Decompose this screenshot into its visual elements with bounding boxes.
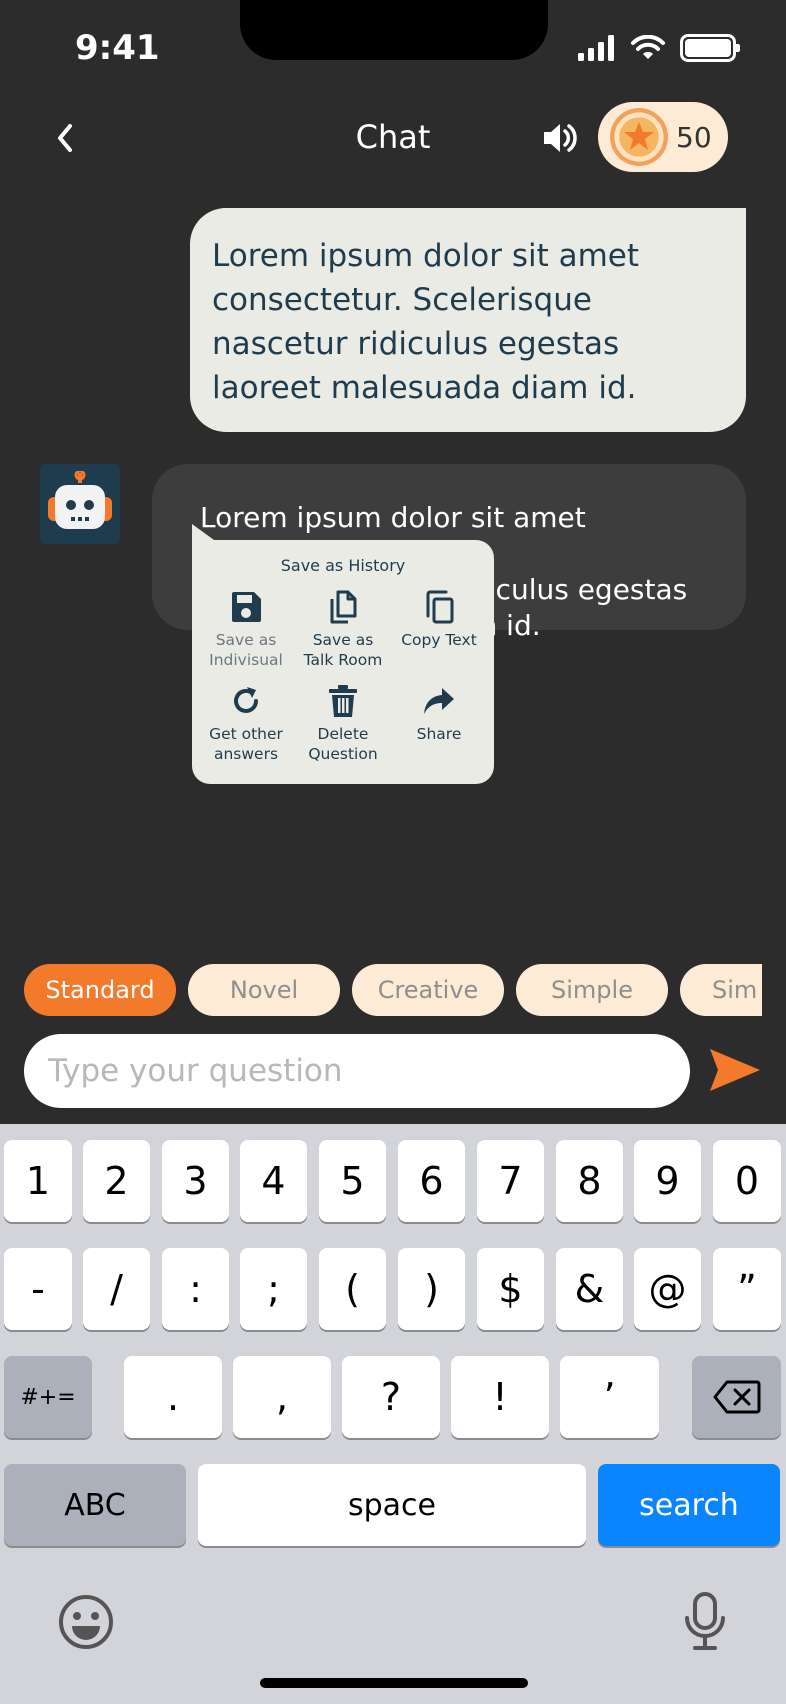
send-button[interactable] bbox=[708, 1046, 762, 1094]
speaker-icon bbox=[544, 124, 577, 152]
key-open-paren[interactable]: ( bbox=[319, 1248, 386, 1330]
key-hyphen[interactable]: - bbox=[4, 1248, 72, 1330]
key-at[interactable]: @ bbox=[634, 1248, 701, 1330]
key-close-paren[interactable]: ) bbox=[398, 1248, 465, 1330]
battery-icon bbox=[680, 34, 740, 62]
microphone-icon bbox=[685, 1592, 725, 1650]
coin-count: 50 bbox=[676, 120, 712, 154]
key-more-symbols[interactable]: #+= bbox=[4, 1356, 92, 1438]
coin-balance-badge[interactable]: 50 bbox=[598, 102, 728, 172]
keyboard: 1 2 3 4 5 6 7 8 9 0 - / : ; ( ) $ & @ ” … bbox=[0, 1124, 786, 1704]
key-7[interactable]: 7 bbox=[477, 1140, 544, 1222]
emoji-button[interactable] bbox=[58, 1594, 114, 1654]
user-message-bubble[interactable]: Lorem ipsum dolor sit amet consectetur. … bbox=[190, 208, 746, 432]
delete-question-button[interactable]: Delete Question bbox=[295, 684, 391, 764]
floppy-disk-icon bbox=[232, 592, 261, 622]
key-slash[interactable]: / bbox=[83, 1248, 150, 1330]
question-input[interactable] bbox=[24, 1034, 690, 1108]
save-individual-button[interactable]: Save as Indivisual bbox=[198, 590, 294, 670]
space-key[interactable]: space bbox=[198, 1464, 586, 1546]
key-1[interactable]: 1 bbox=[4, 1140, 72, 1222]
dictation-button[interactable] bbox=[684, 1592, 726, 1656]
key-5[interactable]: 5 bbox=[319, 1140, 386, 1222]
menu-item-label: Share bbox=[416, 725, 462, 743]
backspace-icon bbox=[713, 1380, 760, 1414]
abc-key[interactable]: ABC bbox=[4, 1464, 186, 1546]
key-question[interactable]: ? bbox=[342, 1356, 440, 1438]
refresh-icon bbox=[234, 687, 258, 713]
key-4[interactable]: 4 bbox=[240, 1140, 307, 1222]
chip-novel[interactable]: Novel bbox=[188, 964, 340, 1016]
share-button[interactable]: Share bbox=[391, 684, 487, 744]
chip-standard[interactable]: Standard bbox=[24, 964, 176, 1016]
key-dollar[interactable]: $ bbox=[477, 1248, 544, 1330]
search-key[interactable]: search bbox=[598, 1464, 780, 1546]
signal-icon bbox=[578, 35, 614, 61]
key-ampersand[interactable]: & bbox=[556, 1248, 623, 1330]
send-icon bbox=[710, 1049, 760, 1091]
menu-title: Save as History bbox=[280, 556, 406, 575]
key-0[interactable]: 0 bbox=[713, 1140, 781, 1222]
menu-item-label: answers bbox=[213, 745, 279, 763]
menu-item-label: Delete bbox=[317, 725, 369, 743]
chip-creative[interactable]: Creative bbox=[352, 964, 504, 1016]
menu-item-label: Question bbox=[308, 745, 378, 763]
menu-item-label: Save as bbox=[215, 631, 277, 649]
status-icons bbox=[578, 34, 740, 62]
key-2[interactable]: 2 bbox=[83, 1140, 150, 1222]
trash-icon bbox=[329, 685, 357, 717]
sound-button[interactable] bbox=[542, 118, 580, 158]
copy-icon bbox=[426, 590, 454, 624]
menu-item-label: Save as bbox=[312, 631, 374, 649]
key-9[interactable]: 9 bbox=[634, 1140, 701, 1222]
menu-item-label: Indivisual bbox=[209, 651, 283, 669]
chip-simple[interactable]: Simple bbox=[516, 964, 668, 1016]
backspace-key[interactable] bbox=[692, 1356, 781, 1438]
key-exclamation[interactable]: ! bbox=[451, 1356, 549, 1438]
bot-avatar bbox=[40, 464, 120, 544]
key-semicolon[interactable]: ; bbox=[240, 1248, 307, 1330]
wifi-icon bbox=[631, 35, 665, 59]
home-indicator bbox=[260, 1678, 528, 1688]
key-period[interactable]: . bbox=[124, 1356, 222, 1438]
key-8[interactable]: 8 bbox=[556, 1140, 623, 1222]
menu-item-label: Copy Text bbox=[401, 631, 477, 649]
key-colon[interactable]: : bbox=[162, 1248, 229, 1330]
share-icon bbox=[424, 688, 454, 714]
save-talk-room-button[interactable]: Save as Talk Room bbox=[295, 590, 391, 670]
status-time: 9:41 bbox=[75, 28, 160, 68]
answer-style-chips: Standard Novel Creative Simple Sim bbox=[24, 964, 762, 1016]
key-comma[interactable]: , bbox=[233, 1356, 331, 1438]
key-quote[interactable]: ” bbox=[713, 1248, 781, 1330]
menu-item-label: Talk Room bbox=[303, 651, 383, 669]
menu-item-label: Get other bbox=[209, 725, 283, 743]
key-6[interactable]: 6 bbox=[398, 1140, 465, 1222]
copy-text-button[interactable]: Copy Text bbox=[391, 590, 487, 650]
robot-icon bbox=[48, 471, 112, 529]
message-context-menu: Save as History Save as Indivisual Save … bbox=[192, 524, 494, 784]
camera-notch bbox=[240, 0, 548, 60]
star-coin-icon bbox=[610, 108, 668, 166]
emoji-icon bbox=[59, 1595, 113, 1649]
chip-partial[interactable]: Sim bbox=[680, 964, 762, 1016]
files-icon bbox=[330, 590, 357, 624]
key-apostrophe[interactable]: ’ bbox=[560, 1356, 659, 1438]
key-3[interactable]: 3 bbox=[162, 1140, 229, 1222]
get-other-answers-button[interactable]: Get other answers bbox=[198, 684, 294, 764]
